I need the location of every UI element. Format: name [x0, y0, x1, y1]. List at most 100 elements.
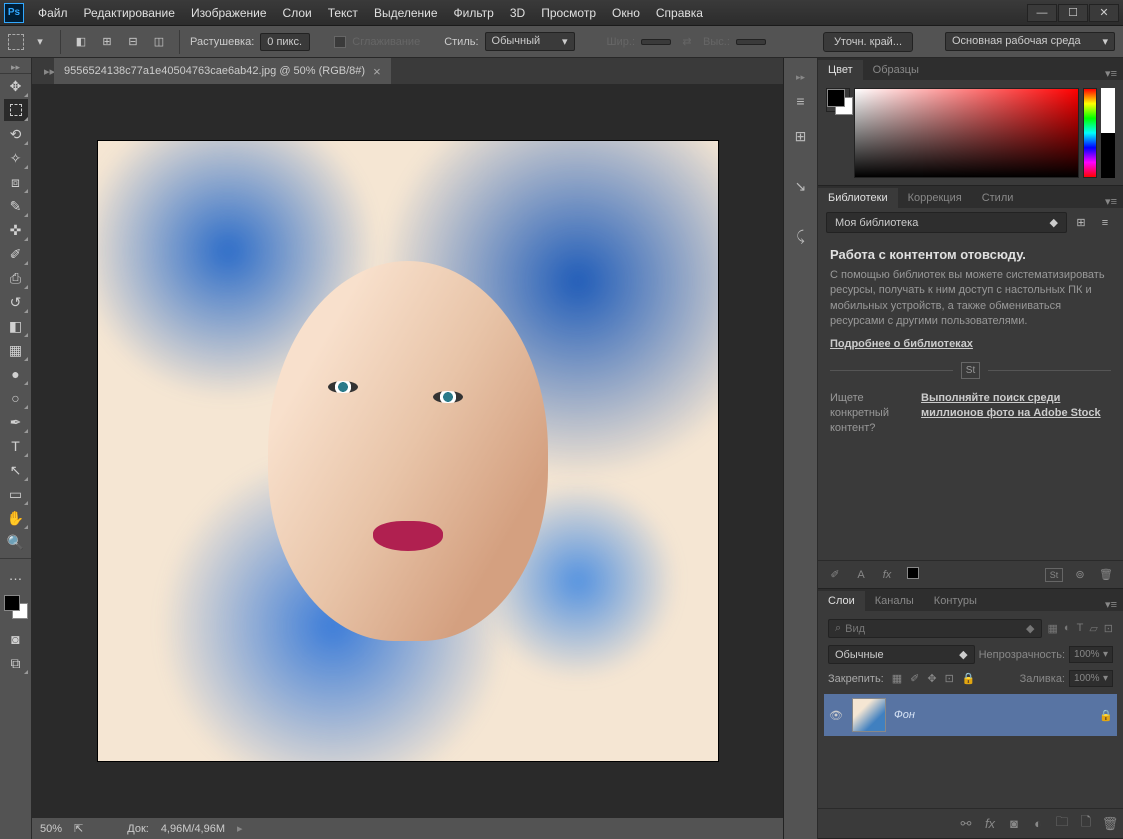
tool-preset-icon[interactable] — [8, 34, 24, 50]
filter-pixel-icon[interactable]: ▦ — [1048, 622, 1058, 635]
close-button[interactable]: ✕ — [1089, 4, 1119, 22]
filter-shape-icon[interactable]: ▱ — [1089, 622, 1097, 635]
menu-edit[interactable]: Редактирование — [76, 2, 183, 24]
subtract-selection-icon[interactable]: ⊟ — [123, 32, 143, 52]
tab-swatches[interactable]: Образцы — [863, 60, 929, 80]
chevron-right-icon[interactable]: ▸ — [237, 822, 243, 835]
workspace-select[interactable]: Основная рабочая среда▾ — [945, 32, 1115, 51]
type-tool[interactable]: T — [4, 435, 28, 457]
trash-icon[interactable]: 🗑 — [1097, 568, 1115, 581]
doc-info-value[interactable]: 4,96M/4,96M — [161, 823, 225, 835]
lock-position-icon[interactable]: ✥ — [927, 672, 936, 685]
layer-lock-icon[interactable]: 🔒 — [1099, 709, 1113, 722]
menu-window[interactable]: Окно — [604, 2, 648, 24]
tab-styles[interactable]: Стили — [972, 188, 1024, 208]
style-select[interactable]: Обычный▾ — [485, 32, 575, 51]
grid-view-icon[interactable]: ⊞ — [1071, 213, 1091, 233]
swap-wh-icon[interactable]: ⇄ — [677, 32, 697, 52]
tab-color[interactable]: Цвет — [818, 60, 863, 80]
menu-image[interactable]: Изображение — [183, 2, 275, 24]
blend-mode-select[interactable]: Обычные◆ — [828, 645, 975, 664]
filter-adjust-icon[interactable]: ◐ — [1064, 622, 1071, 635]
learn-more-link[interactable]: Подробнее о библиотеках — [830, 338, 973, 350]
link-layers-icon[interactable]: ⚯ — [957, 816, 975, 832]
eraser-tool[interactable]: ◧ — [4, 315, 28, 337]
menu-filter[interactable]: Фильтр — [446, 2, 502, 24]
dots-tool[interactable]: … — [4, 564, 28, 586]
expand-icon[interactable]: ⇱ — [74, 822, 83, 835]
antialias-checkbox[interactable] — [334, 36, 346, 48]
layer-mask-icon[interactable]: ◙ — [1005, 816, 1023, 831]
visibility-eye-icon[interactable]: 👁 — [828, 709, 844, 722]
new-selection-icon[interactable]: ◧ — [71, 32, 91, 52]
filter-smart-icon[interactable]: ⊡ — [1104, 622, 1113, 635]
paragraph-panel-icon[interactable]: ⤹ — [788, 222, 814, 250]
lock-all-icon[interactable]: 🔒 — [962, 672, 976, 685]
refine-edge-button[interactable]: Уточн. край... — [823, 32, 913, 52]
strip-handle-icon[interactable]: ▸▸ — [784, 72, 817, 82]
heal-tool[interactable]: ✜ — [4, 219, 28, 241]
history-brush-tool[interactable]: ↺ — [4, 291, 28, 313]
layer-thumbnail[interactable] — [852, 698, 886, 732]
tab-adjustments[interactable]: Коррекция — [898, 188, 972, 208]
filter-text-icon[interactable]: T — [1077, 622, 1084, 635]
group-icon[interactable]: 🗀 — [1053, 813, 1071, 835]
char-style-icon[interactable]: A — [852, 569, 870, 581]
menu-text[interactable]: Текст — [320, 2, 366, 24]
dropdown-icon[interactable]: ▾ — [30, 32, 50, 52]
canvas-area[interactable] — [32, 84, 783, 817]
bw-strip[interactable] — [1101, 88, 1115, 178]
list-view-icon[interactable]: ≡ — [1095, 213, 1115, 233]
layer-name[interactable]: Фон — [894, 709, 1091, 721]
properties-panel-icon[interactable]: ⊞ — [788, 122, 814, 150]
crop-tool[interactable]: ⧈ — [4, 171, 28, 193]
brush-add-icon[interactable]: ✐ — [826, 568, 844, 581]
document-tab[interactable]: 9556524138c77a1e40504763cae6ab42.jpg @ 5… — [54, 58, 391, 84]
stock-link[interactable]: Выполняйте поиск среди миллионов фото на… — [921, 391, 1111, 437]
cloud-icon[interactable]: ⊚ — [1071, 568, 1089, 581]
layer-fx-icon[interactable]: fx — [981, 816, 999, 831]
fx-icon[interactable]: fx — [878, 569, 896, 581]
layer-filter-select[interactable]: ⌕ Вид ◆ — [828, 619, 1042, 638]
lock-artboard-icon[interactable]: ⊡ — [945, 672, 954, 685]
marquee-tool[interactable] — [4, 99, 28, 121]
history-panel-icon[interactable]: ≡ — [788, 87, 814, 115]
opacity-input[interactable]: 100%▾ — [1069, 646, 1113, 663]
intersect-selection-icon[interactable]: ◫ — [149, 32, 169, 52]
brush-tool[interactable]: ✐ — [4, 243, 28, 265]
library-select[interactable]: Моя библиотека◆ — [826, 212, 1067, 233]
menu-layers[interactable]: Слои — [275, 2, 320, 24]
zoom-level[interactable]: 50% — [40, 823, 62, 835]
move-tool[interactable]: ✥ — [4, 75, 28, 97]
lasso-tool[interactable]: ⟲ — [4, 123, 28, 145]
hand-tool[interactable]: ✋ — [4, 507, 28, 529]
gradient-tool[interactable]: ▦ — [4, 339, 28, 361]
menu-help[interactable]: Справка — [648, 2, 711, 24]
menu-select[interactable]: Выделение — [366, 2, 446, 24]
quick-mask-icon[interactable]: ◙ — [4, 628, 28, 650]
tab-channels[interactable]: Каналы — [865, 591, 924, 611]
layer-row[interactable]: 👁 Фон 🔒 — [824, 694, 1117, 736]
panel-menu-icon[interactable]: ▾≡ — [1099, 67, 1123, 80]
tab-handle-icon[interactable]: ▸▸ — [44, 65, 54, 78]
tab-paths[interactable]: Контуры — [924, 591, 987, 611]
hue-slider[interactable] — [1083, 88, 1097, 178]
color-swatches[interactable] — [4, 595, 28, 619]
menu-view[interactable]: Просмотр — [533, 2, 604, 24]
stock-icon[interactable]: St — [1045, 568, 1063, 582]
panel-menu-icon[interactable]: ▾≡ — [1099, 598, 1123, 611]
menu-3d[interactable]: 3D — [502, 2, 533, 24]
menu-file[interactable]: Файл — [30, 2, 76, 24]
dodge-tool[interactable]: ○ — [4, 387, 28, 409]
tab-close-icon[interactable]: × — [373, 64, 381, 79]
fill-input[interactable]: 100%▾ — [1069, 670, 1113, 687]
zoom-tool[interactable]: 🔍 — [4, 531, 28, 553]
minimize-button[interactable]: — — [1027, 4, 1057, 22]
magic-wand-tool[interactable]: ✧ — [4, 147, 28, 169]
foreground-color[interactable] — [4, 595, 20, 611]
new-layer-icon[interactable]: 🗋 — [1077, 813, 1095, 835]
screen-mode-icon[interactable]: ⧉ — [4, 652, 28, 674]
shape-tool[interactable]: ▭ — [4, 483, 28, 505]
feather-input[interactable]: 0 пикс. — [260, 33, 310, 51]
character-panel-icon[interactable]: ↘ — [788, 172, 814, 200]
